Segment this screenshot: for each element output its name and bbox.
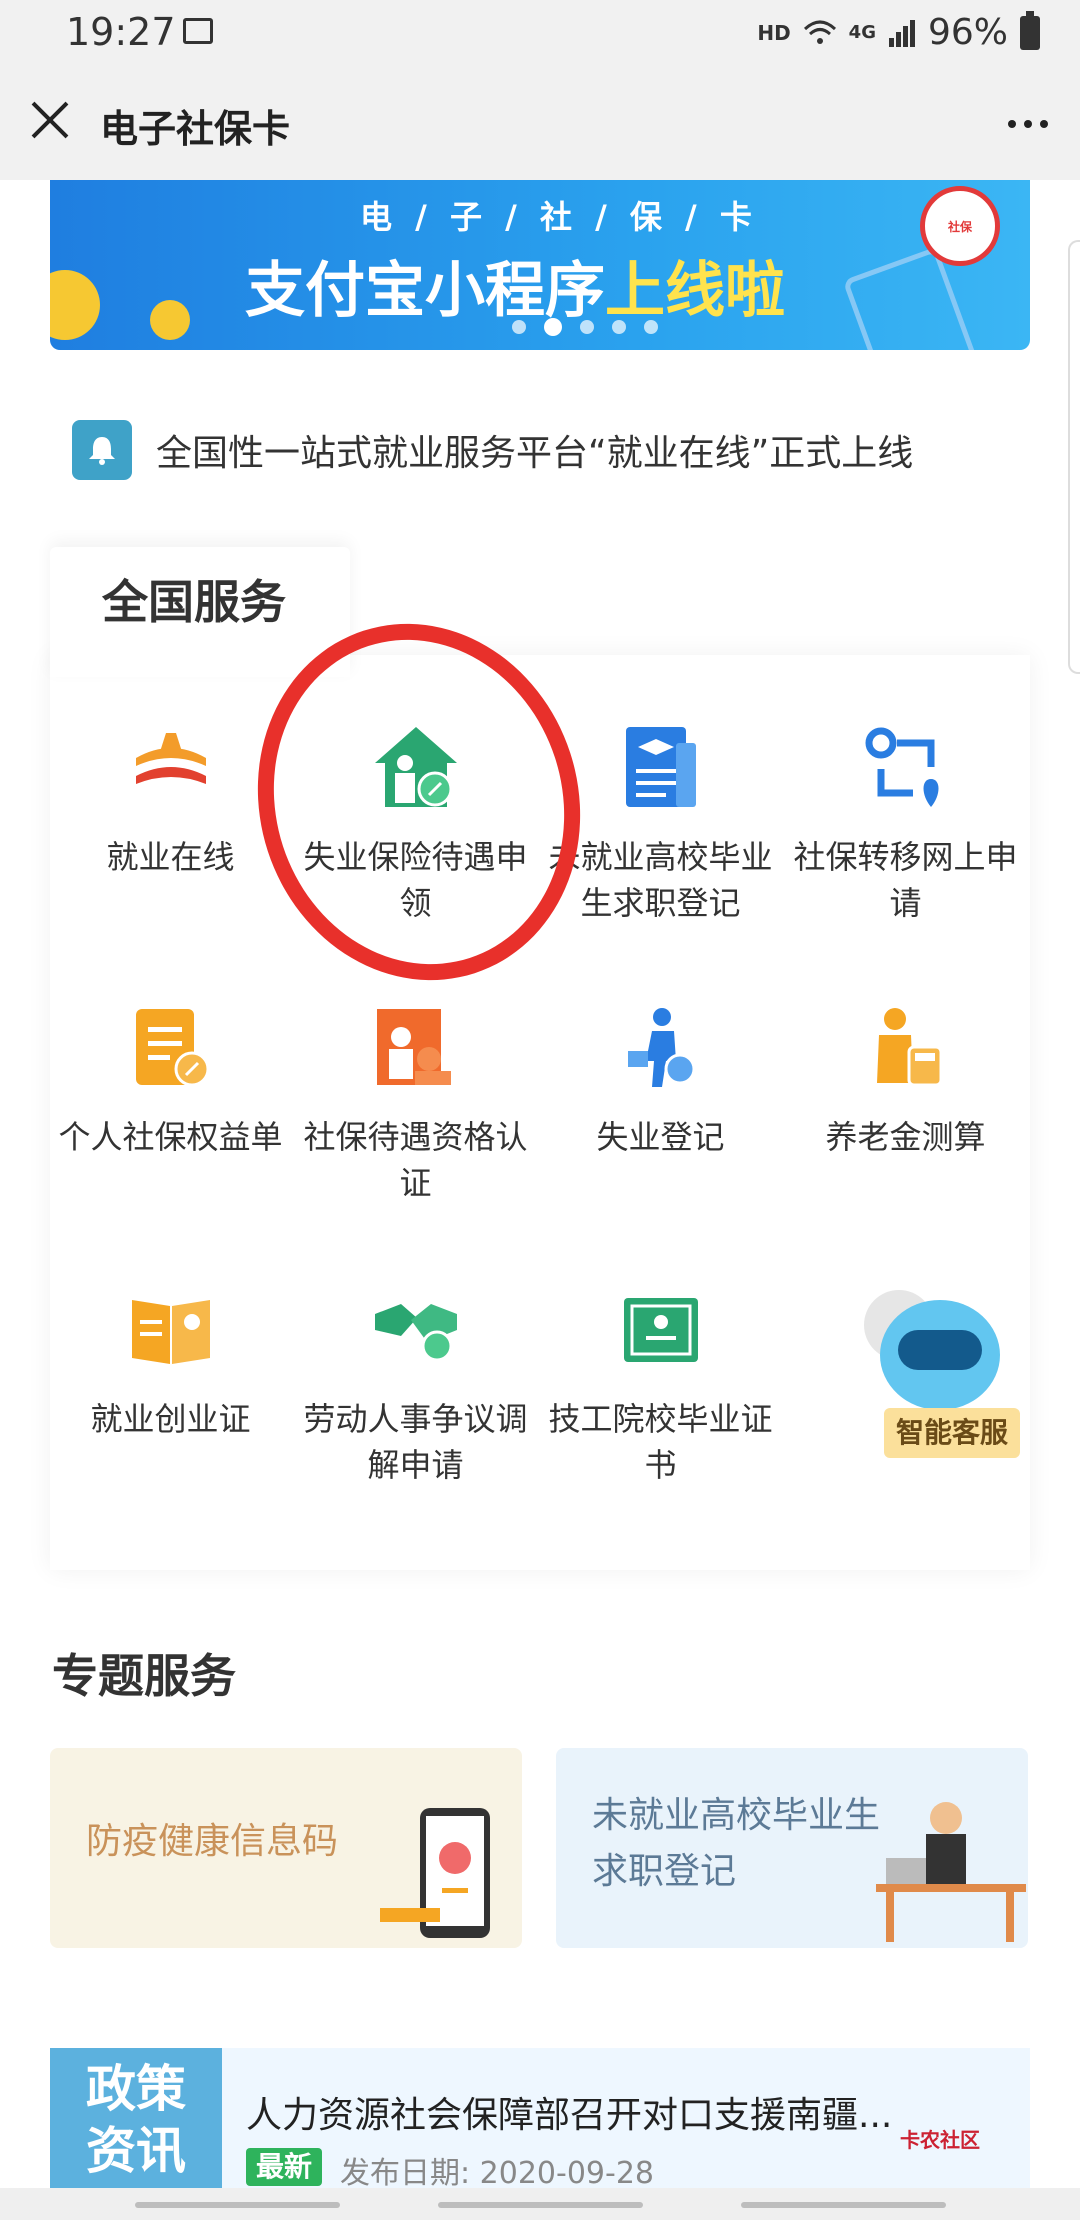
employment-online-icon <box>123 720 219 816</box>
banner-title-highlight: 上线啦 <box>605 256 785 326</box>
nav-recents-gesture[interactable] <box>741 2202 946 2208</box>
promo-banner[interactable]: 电 / 子 / 社 / 保 / 卡 支付宝小程序上线啦 社保 <box>50 180 1030 350</box>
service-label: 劳动人事争议调解申请 <box>303 1400 528 1484</box>
smart-service-label: 智能客服 <box>884 1408 1020 1458</box>
service-employment-online[interactable]: 就业在线 <box>48 720 293 880</box>
service-label: 技工院校毕业证书 <box>548 1400 773 1484</box>
hd-indicator: HD <box>757 20 791 45</box>
carousel-dot[interactable] <box>612 320 626 334</box>
banner-title-main: 支付宝小程序 <box>245 256 605 326</box>
service-label: 就业创业证 <box>90 1400 251 1438</box>
carousel-dot[interactable] <box>580 320 594 334</box>
close-icon[interactable] <box>30 100 70 140</box>
service-label: 失业登记 <box>596 1118 725 1156</box>
social-security-logo: 社保 <box>920 186 1000 266</box>
phone-health-icon <box>380 1808 490 1938</box>
service-social-security-transfer[interactable]: 社保转移网上申请 <box>783 720 1028 926</box>
carousel-dot[interactable] <box>644 320 658 334</box>
service-qualification-cert[interactable]: 社保待遇资格认证 <box>293 1000 538 1206</box>
topic-card-graduate[interactable]: 未就业高校毕业生 求职登记 <box>556 1748 1028 1948</box>
smart-service-float[interactable]: 智能客服 <box>860 1290 1030 1460</box>
status-right: HD 4G 96% <box>757 10 1040 53</box>
bell-icon <box>72 420 132 480</box>
graduate-registration-icon <box>613 720 709 816</box>
app-bar: 电子社保卡 <box>0 64 1080 180</box>
service-label: 就业在线 <box>106 838 235 876</box>
topic-card-line1: 未就业高校毕业生 <box>592 1795 881 1836</box>
national-services-title: 全国服务 <box>102 575 286 629</box>
page-title: 电子社保卡 <box>100 107 291 151</box>
service-label: 个人社保权益单 <box>58 1118 283 1156</box>
topic-card-text: 未就业高校毕业生 求职登记 <box>592 1788 880 1900</box>
service-pension-calculator[interactable]: 养老金测算 <box>783 1000 1028 1160</box>
service-label: 社保待遇资格认证 <box>303 1118 528 1202</box>
banner-subtitle: 电 / 子 / 社 / 保 / 卡 <box>360 198 758 236</box>
signal-icon <box>888 19 915 47</box>
topic-card-text: 防疫健康信息码 <box>86 1821 339 1862</box>
graduate-desk-icon <box>876 1802 1026 1942</box>
service-unemployment-registration[interactable]: 失业登记 <box>538 1000 783 1160</box>
banner-title: 支付宝小程序上线啦 <box>245 242 785 329</box>
notice-bar[interactable]: 全国性一站式就业服务平台“就业在线”正式上线 <box>72 420 913 480</box>
robot-visor <box>898 1330 982 1370</box>
topic-services-title: 专题服务 <box>52 1649 236 1703</box>
unemployment-registration-icon <box>613 1000 709 1096</box>
carousel-dot[interactable] <box>512 320 526 334</box>
certificate-book-icon <box>123 1282 219 1378</box>
policy-side-line2: 资讯 <box>86 2122 186 2180</box>
network-indicator: 4G <box>848 22 876 43</box>
policy-title: 人力资源社会保障部召开对口支援南疆... <box>246 2095 893 2136</box>
policy-date: 发布日期: 2020-09-28 <box>340 2156 654 2188</box>
new-badge: 最新 <box>246 2148 323 2186</box>
qualification-icon <box>368 1000 464 1096</box>
policy-side-line1: 政策 <box>86 2060 186 2118</box>
watermark-logo: 卡农社区 <box>900 2128 980 2152</box>
wifi-icon <box>803 20 836 44</box>
pension-calculator-icon <box>858 1000 954 1096</box>
coin-decoration <box>150 300 190 340</box>
more-options-icon[interactable] <box>1008 120 1048 128</box>
service-personal-rights[interactable]: 个人社保权益单 <box>48 1000 293 1160</box>
service-label: 社保转移网上申请 <box>793 838 1018 922</box>
service-label: 养老金测算 <box>825 1118 986 1156</box>
notice-text: 全国性一站式就业服务平台“就业在线”正式上线 <box>156 433 914 474</box>
side-scroll-indicator <box>1068 240 1080 674</box>
rights-document-icon <box>123 1000 219 1096</box>
policy-news-card[interactable]: 政策 资讯 人力资源社会保障部召开对口支援南疆... 最新 发布日期: 2020… <box>50 2048 1030 2188</box>
handshake-icon <box>368 1282 464 1378</box>
service-technical-diploma[interactable]: 技工院校毕业证书 <box>538 1282 783 1488</box>
service-employment-certificate[interactable]: 就业创业证 <box>48 1282 293 1442</box>
status-time: 19:27 <box>66 10 176 54</box>
battery-icon <box>1020 10 1040 50</box>
coin-decoration <box>50 270 100 340</box>
nav-home-gesture[interactable] <box>438 2202 643 2208</box>
system-nav-bar <box>0 2188 1080 2220</box>
transfer-icon <box>858 720 954 816</box>
battery-percent: 96% <box>927 12 1008 53</box>
status-bar: 19:27 HD 4G 96% <box>0 0 1080 64</box>
nav-back-gesture[interactable] <box>135 2202 340 2208</box>
policy-side-label: 政策 资讯 <box>50 2048 222 2188</box>
carousel-dots <box>512 318 658 336</box>
topic-card-health-code[interactable]: 防疫健康信息码 <box>50 1748 522 1948</box>
diploma-icon <box>613 1282 709 1378</box>
carousel-dot-active[interactable] <box>544 318 562 336</box>
image-notification-icon <box>183 18 213 44</box>
service-labor-dispute[interactable]: 劳动人事争议调解申请 <box>293 1282 538 1488</box>
topic-card-line2: 求职登记 <box>592 1851 737 1892</box>
